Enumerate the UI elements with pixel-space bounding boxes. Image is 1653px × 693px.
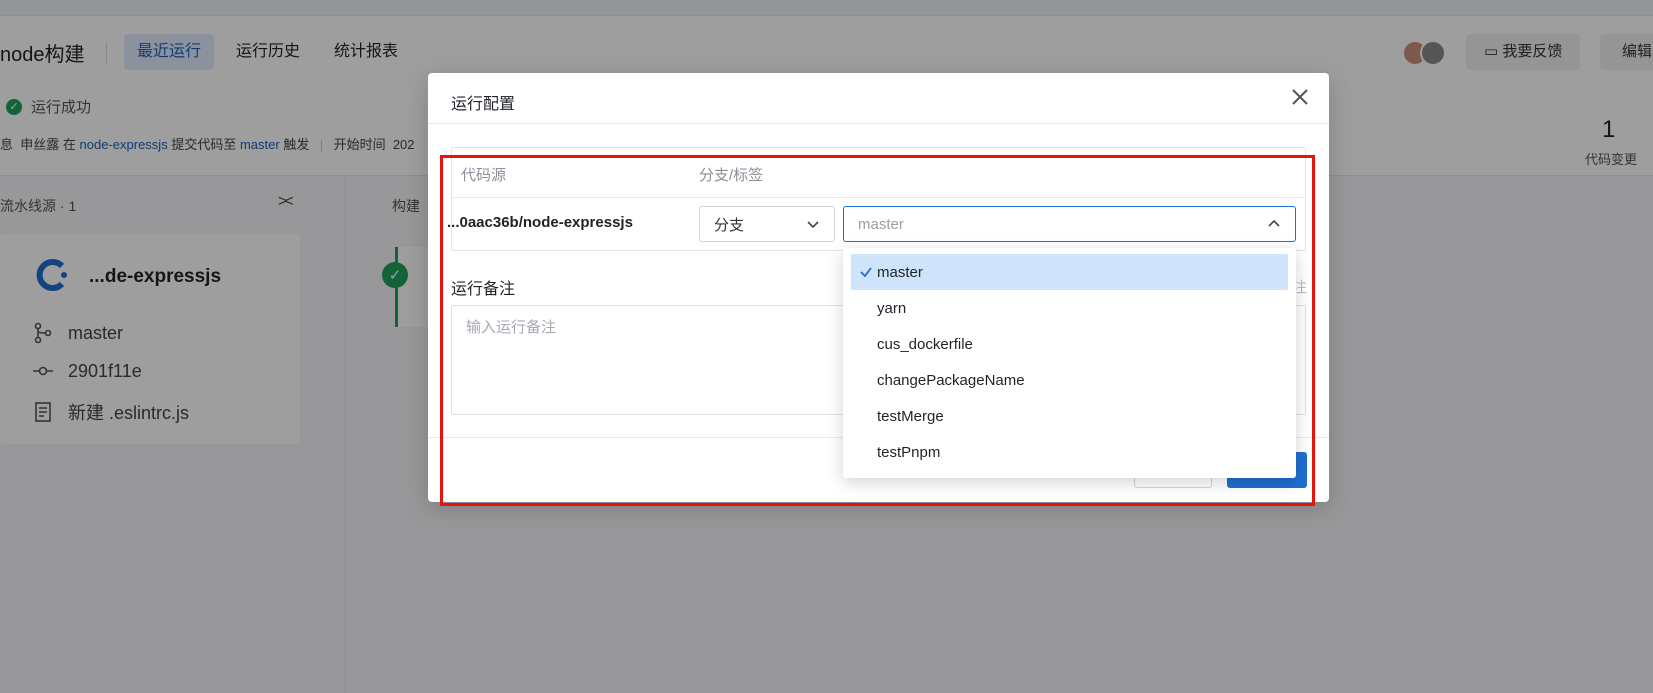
close-icon[interactable]: [1288, 85, 1312, 109]
annotation-highlight-box: [440, 155, 1315, 506]
dialog-divider: [428, 123, 1329, 124]
dialog-title: 运行配置: [451, 96, 516, 113]
